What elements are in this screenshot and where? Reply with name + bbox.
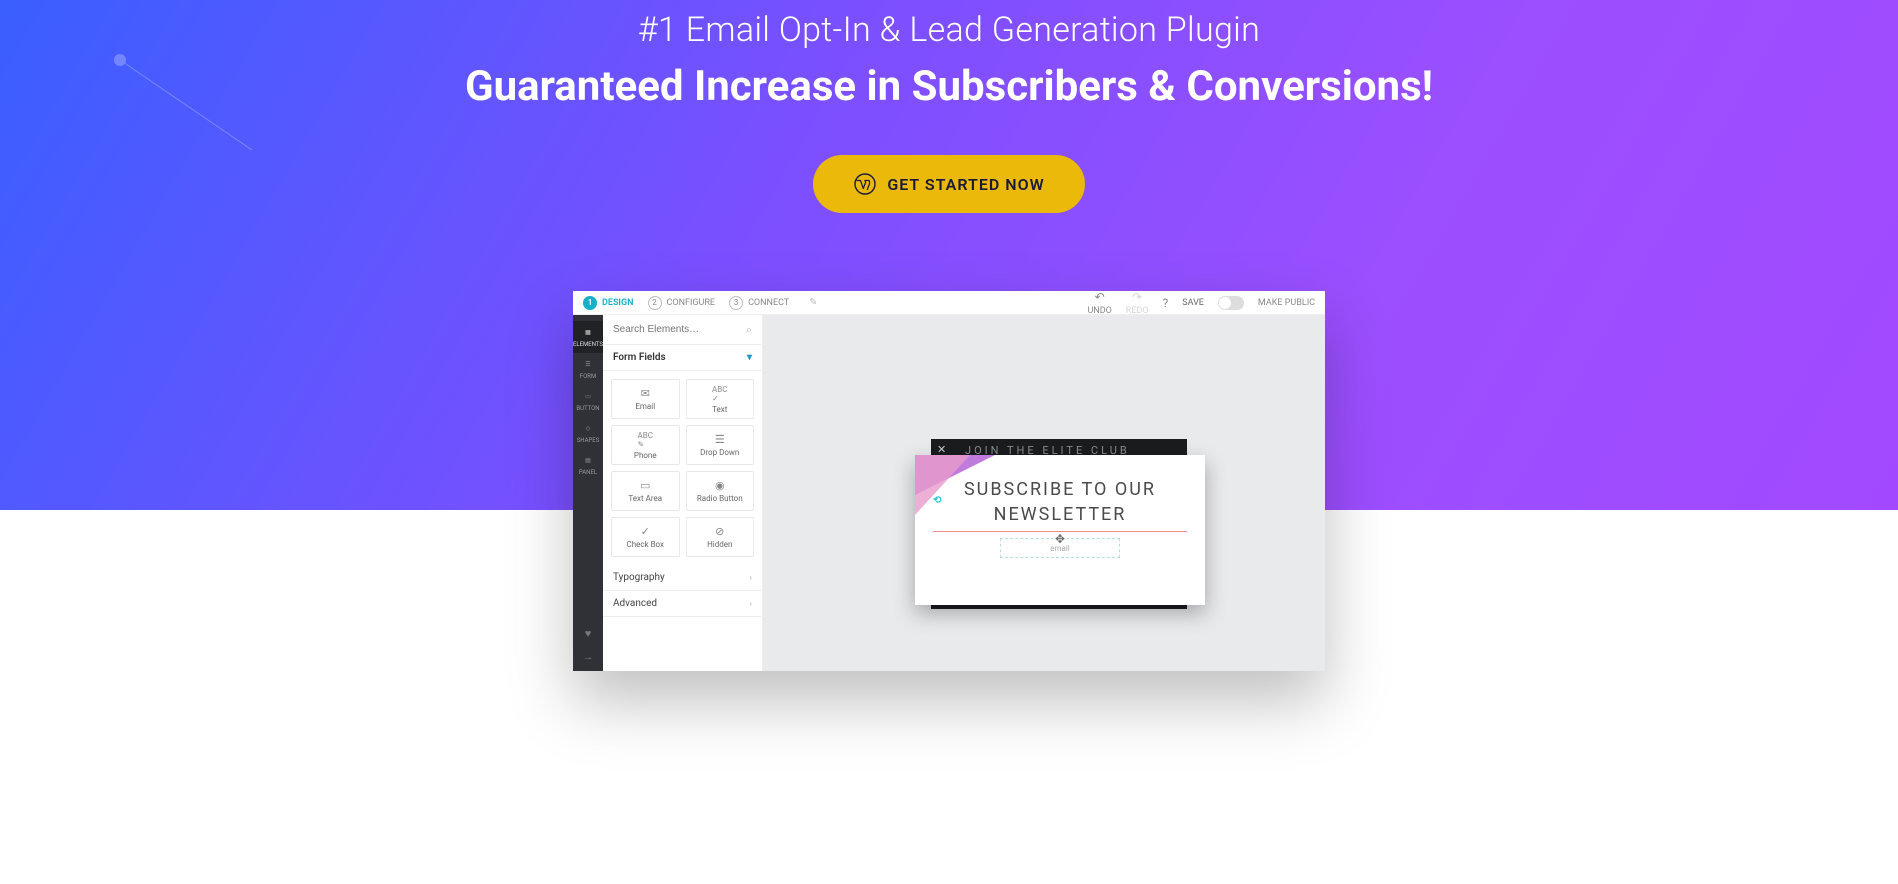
field-phone[interactable]: ABC✎Phone — [611, 425, 680, 465]
chevron-right-icon: › — [750, 599, 752, 608]
chevron-down-icon: ▾ — [747, 352, 752, 363]
field-email[interactable]: ✉Email — [611, 379, 680, 419]
decorative-triangle — [915, 455, 970, 515]
hero-title: Guaranteed Increase in Subscribers & Con… — [0, 62, 1898, 111]
field-text[interactable]: ABC✓Text — [686, 379, 755, 419]
hero-subtitle: #1 Email Opt-In & Lead Generation Plugin — [0, 10, 1898, 50]
topbar-right: ↶UNDO ↷REDO ? SAVE MAKE PUBLIC — [1087, 290, 1315, 316]
chevron-right-icon: › — [750, 573, 752, 582]
step-label: CONFIGURE — [667, 298, 716, 308]
design-canvas[interactable]: ✕ JOIN THE ELITE CLUB ⟲ SUBSCRIBE TO OUR… — [763, 315, 1325, 671]
step-label: CONNECT — [748, 298, 789, 308]
eye-off-icon: ⊘ — [715, 525, 724, 538]
button-icon: ▭ — [582, 391, 594, 403]
list-icon: ☰ — [715, 433, 725, 446]
heart-icon[interactable]: ♥ — [585, 627, 592, 640]
toolbar-panel[interactable]: ▤PANEL — [573, 449, 603, 481]
panel-icon: ▤ — [582, 455, 594, 467]
publish-label: MAKE PUBLIC — [1258, 298, 1315, 308]
modal-foreground-layer[interactable]: ⟲ SUBSCRIBE TO OUR NEWSLETTER ✥ email — [915, 455, 1205, 605]
publish-toggle[interactable] — [1218, 296, 1244, 310]
app-preview-window: 1 DESIGN 2 CONFIGURE 3 CONNECT ✎ ↶UNDO ↷… — [573, 291, 1325, 671]
field-hidden[interactable]: ⊘Hidden — [686, 517, 755, 557]
wordpress-icon — [853, 172, 877, 196]
toolbar-bottom: ♥ → — [573, 627, 603, 671]
field-radio[interactable]: ◉Radio Button — [686, 471, 755, 511]
step-number: 3 — [729, 296, 743, 310]
step-connect[interactable]: 3 CONNECT — [729, 296, 789, 310]
move-handle-icon[interactable]: ✥ — [1052, 531, 1068, 547]
help-button[interactable]: ? — [1163, 296, 1169, 310]
redo-icon: ↷ — [1132, 290, 1142, 304]
section-form-fields[interactable]: Form Fields▾ — [603, 345, 762, 371]
grid-icon: ▦ — [582, 327, 594, 339]
phone-abc-icon: ABC✎ — [638, 431, 653, 449]
step-number: 2 — [648, 296, 662, 310]
app-topbar: 1 DESIGN 2 CONFIGURE 3 CONNECT ✎ ↶UNDO ↷… — [573, 291, 1325, 315]
undo-button[interactable]: ↶UNDO — [1087, 290, 1111, 316]
search-input[interactable] — [613, 324, 746, 335]
textarea-icon: ▭ — [640, 479, 650, 492]
toolbar-button[interactable]: ▭BUTTON — [573, 385, 603, 417]
radio-icon: ◉ — [715, 479, 725, 492]
email-input-placeholder[interactable]: ✥ email — [1000, 538, 1120, 558]
step-configure[interactable]: 2 CONFIGURE — [648, 296, 716, 310]
toolbar-form[interactable]: ☰FORM — [573, 353, 603, 385]
toolbar-shapes[interactable]: ◇SHAPES — [573, 417, 603, 449]
get-started-button[interactable]: GET STARTED NOW — [813, 155, 1084, 213]
toolbar-elements[interactable]: ▦ELEMENTS — [573, 321, 603, 353]
envelope-icon: ✉ — [641, 387, 650, 400]
redo-button[interactable]: ↷REDO — [1126, 290, 1149, 316]
pencil-icon[interactable]: ✎ — [809, 297, 817, 308]
step-design[interactable]: 1 DESIGN — [583, 296, 634, 310]
save-button[interactable]: SAVE — [1182, 298, 1204, 308]
search-icon: ⌕ — [746, 323, 752, 337]
selection-marker-icon: ⟲ — [933, 495, 941, 506]
check-icon: ✓ — [641, 525, 650, 538]
step-number: 1 — [583, 296, 597, 310]
search-row: ⌕ — [603, 315, 762, 345]
shapes-icon: ◇ — [582, 423, 594, 435]
expand-icon[interactable]: → — [583, 650, 594, 663]
text-abc-icon: ABC✓ — [712, 385, 727, 403]
form-icon: ☰ — [582, 359, 594, 371]
field-textarea[interactable]: ▭Text Area — [611, 471, 680, 511]
section-advanced[interactable]: Advanced› — [603, 591, 762, 617]
elements-panel: ⌕ Form Fields▾ ✉Email ABC✓Text ABC✎Phone… — [603, 315, 763, 671]
undo-icon: ↶ — [1095, 290, 1105, 304]
field-grid: ✉Email ABC✓Text ABC✎Phone ☰Drop Down ▭Te… — [603, 371, 762, 565]
app-body: ▦ELEMENTS ☰FORM ▭BUTTON ◇SHAPES ▤PANEL ♥… — [573, 315, 1325, 671]
section-typography[interactable]: Typography› — [603, 565, 762, 591]
field-dropdown[interactable]: ☰Drop Down — [686, 425, 755, 465]
hero-section: #1 Email Opt-In & Lead Generation Plugin… — [0, 0, 1898, 213]
left-toolbar: ▦ELEMENTS ☰FORM ▭BUTTON ◇SHAPES ▤PANEL ♥… — [573, 315, 603, 671]
cta-label: GET STARTED NOW — [887, 175, 1044, 194]
field-checkbox[interactable]: ✓Check Box — [611, 517, 680, 557]
step-label: DESIGN — [602, 298, 634, 308]
